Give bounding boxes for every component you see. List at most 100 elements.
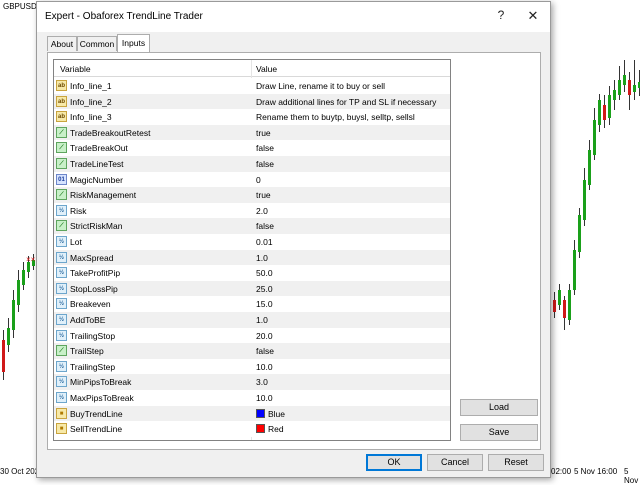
bool-icon: ⟋ bbox=[56, 220, 67, 232]
tab-common[interactable]: Common bbox=[77, 36, 117, 51]
dialog-title: Expert - Obaforex TrendLine Trader bbox=[45, 11, 203, 22]
tab-inputs[interactable]: Inputs bbox=[117, 34, 150, 52]
param-row[interactable]: ⟋ TradeBreakOut false bbox=[54, 140, 450, 156]
param-row[interactable]: ½ MinPipsToBreak 3.0 bbox=[54, 374, 450, 390]
param-row[interactable]: ab Info_line_3 Rename them to buytp, buysl… bbox=[54, 109, 450, 125]
param-row[interactable]: ab Info_line_2 Draw additional lines for T… bbox=[54, 93, 450, 110]
double-icon: ½ bbox=[56, 298, 67, 310]
double-icon: ½ bbox=[56, 329, 67, 341]
param-row[interactable]: ⟋ TradeBreakoutRetest true bbox=[54, 124, 450, 141]
param-row[interactable]: ½ Breakeven 15.0 bbox=[54, 296, 450, 312]
param-value[interactable]: 0 bbox=[256, 175, 261, 185]
candle-body bbox=[613, 90, 616, 100]
candle-body bbox=[593, 120, 596, 155]
param-row[interactable]: ⟋ TrailStep false bbox=[54, 343, 450, 359]
param-value[interactable]: true bbox=[256, 190, 271, 200]
inputs-panel: Variable Value ab Info_line_1 Draw Line, r… bbox=[47, 52, 541, 450]
candle-body bbox=[618, 80, 621, 95]
param-row[interactable]: ½ TrailingStep 10.0 bbox=[54, 358, 450, 375]
param-row[interactable]: ⟋ StrictRiskMan false bbox=[54, 218, 450, 234]
param-value-text: Blue bbox=[268, 408, 286, 419]
param-value[interactable]: true bbox=[256, 128, 271, 138]
cancel-button[interactable]: Cancel bbox=[427, 454, 483, 471]
param-row[interactable]: ab Info_line_1 Draw Line, rename it to buy… bbox=[54, 78, 450, 94]
save-button[interactable]: Save bbox=[460, 424, 538, 441]
double-icon: ½ bbox=[56, 267, 67, 279]
double-icon: ½ bbox=[56, 251, 67, 263]
candle-body bbox=[633, 85, 636, 92]
param-name: RiskManagement bbox=[70, 190, 137, 201]
candle-body bbox=[623, 75, 626, 85]
param-name: TakeProfitPip bbox=[70, 268, 121, 279]
candle-body bbox=[588, 150, 591, 185]
param-name: Info_line_3 bbox=[70, 112, 112, 123]
ok-button[interactable]: OK bbox=[366, 454, 422, 471]
param-value[interactable]: 10.0 bbox=[256, 393, 273, 403]
color-swatch bbox=[256, 424, 265, 434]
param-name: Info_line_1 bbox=[70, 81, 112, 91]
param-value[interactable]: false bbox=[256, 159, 274, 169]
param-name: StopLossPip bbox=[70, 283, 118, 294]
param-value[interactable]: false bbox=[256, 346, 274, 356]
param-row[interactable]: ½ StopLossPip 25.0 bbox=[54, 280, 450, 297]
param-value[interactable]: 25.0 bbox=[256, 284, 273, 294]
help-button[interactable]: ? bbox=[493, 8, 509, 22]
param-value[interactable]: Rename them to buytp, buysl, selltp, sel… bbox=[256, 112, 415, 122]
close-button[interactable]: ✕ bbox=[525, 8, 541, 24]
param-value[interactable]: 20.0 bbox=[256, 331, 273, 341]
param-value[interactable]: Blue bbox=[256, 408, 286, 419]
param-value-text: Red bbox=[268, 424, 284, 435]
time-label: 5 Nov bbox=[624, 467, 639, 485]
int-icon: 01 bbox=[56, 173, 67, 185]
param-value[interactable]: 2.0 bbox=[256, 206, 268, 216]
param-value[interactable]: Draw additional lines for TP and SL if n… bbox=[256, 97, 436, 107]
bool-icon: ⟋ bbox=[56, 142, 67, 154]
bool-icon: ⟋ bbox=[56, 126, 67, 138]
param-name: Breakeven bbox=[70, 299, 111, 310]
candle-body bbox=[558, 290, 561, 305]
load-button[interactable]: Load bbox=[460, 399, 538, 416]
param-row[interactable]: ½ MaxSpread 1.0 bbox=[54, 249, 450, 266]
param-row[interactable]: 01 MagicNumber 0 bbox=[54, 171, 450, 188]
param-value[interactable]: 15.0 bbox=[256, 299, 273, 309]
param-row[interactable]: ■ SellTrendLine Red bbox=[54, 421, 450, 437]
candle-body bbox=[568, 290, 571, 320]
param-value[interactable]: false bbox=[256, 143, 274, 153]
param-value[interactable]: 0.01 bbox=[256, 237, 273, 247]
candle-body bbox=[608, 95, 611, 118]
param-value[interactable]: 50.0 bbox=[256, 268, 273, 278]
param-value[interactable]: 1.0 bbox=[256, 315, 268, 325]
column-header-variable[interactable]: Variable bbox=[60, 64, 91, 74]
tab-about[interactable]: About bbox=[47, 36, 77, 51]
param-name: TrailingStep bbox=[70, 361, 116, 372]
time-label: 02:00 bbox=[551, 467, 572, 476]
candle-body bbox=[603, 105, 606, 120]
param-row[interactable]: ■ BuyTrendLine Blue bbox=[54, 405, 450, 422]
param-value[interactable]: Red bbox=[256, 424, 284, 434]
expert-properties-dialog: Expert - Obaforex TrendLine Trader ? ✕ A… bbox=[36, 1, 551, 478]
candle-body bbox=[22, 270, 25, 285]
param-name: MinPipsToBreak bbox=[70, 377, 132, 388]
reset-button[interactable]: Reset bbox=[488, 454, 544, 471]
candle-body bbox=[598, 100, 601, 125]
param-value[interactable]: false bbox=[256, 221, 274, 231]
param-row[interactable]: ⟋ RiskManagement true bbox=[54, 187, 450, 203]
candle-body bbox=[12, 300, 15, 330]
param-name: Risk bbox=[70, 205, 87, 216]
param-row[interactable]: ½ MaxPipsToBreak 10.0 bbox=[54, 390, 450, 406]
param-name: Info_line_2 bbox=[70, 96, 112, 107]
title-bar[interactable]: Expert - Obaforex TrendLine Trader ? ✕ bbox=[37, 2, 550, 32]
double-icon: ½ bbox=[56, 392, 67, 403]
param-row[interactable]: ½ Risk 2.0 bbox=[54, 202, 450, 219]
param-row[interactable]: ½ TrailingStop 20.0 bbox=[54, 327, 450, 344]
param-value[interactable]: 3.0 bbox=[256, 377, 268, 387]
param-value[interactable]: 1.0 bbox=[256, 253, 268, 263]
param-row[interactable]: ½ AddToBE 1.0 bbox=[54, 312, 450, 328]
param-row[interactable]: ½ Lot 0.01 bbox=[54, 234, 450, 250]
param-value[interactable]: Draw Line, rename it to buy or sell bbox=[256, 81, 385, 91]
candle-body bbox=[578, 215, 581, 252]
param-value[interactable]: 10.0 bbox=[256, 362, 273, 372]
param-row[interactable]: ⟋ TradeLineTest false bbox=[54, 156, 450, 172]
param-row[interactable]: ½ TakeProfitPip 50.0 bbox=[54, 265, 450, 281]
column-header-value[interactable]: Value bbox=[256, 64, 277, 74]
